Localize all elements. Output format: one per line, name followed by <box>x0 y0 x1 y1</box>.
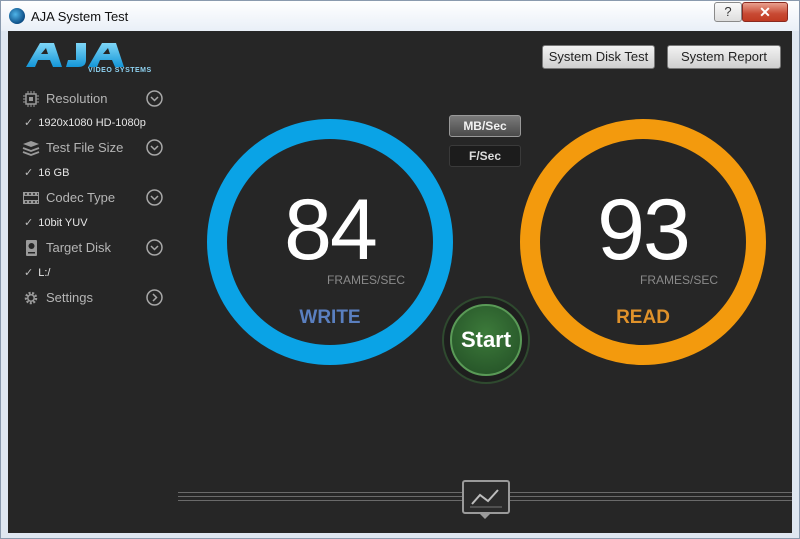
sidebar-item-test-file-size[interactable]: Test File Size <box>20 137 170 159</box>
sidebar-label-settings: Settings <box>46 290 93 305</box>
aja-app-icon <box>9 8 25 24</box>
logo-subtitle: VIDEO SYSTEMS <box>88 67 152 74</box>
target-disk-value: ✓ L:/ <box>24 266 50 279</box>
sidebar-label-codec-type: Codec Type <box>46 190 116 205</box>
check-icon: ✓ <box>24 217 34 229</box>
sidebar-item-resolution[interactable]: Resolution <box>20 88 170 110</box>
system-report-button[interactable]: System Report <box>667 45 781 69</box>
chevron-down-icon[interactable] <box>146 189 163 206</box>
start-button-ring: Start <box>442 296 530 384</box>
start-button[interactable]: Start <box>450 304 522 376</box>
codec-type-value: ✓ 10bit YUV <box>24 216 88 229</box>
check-icon: ✓ <box>24 267 34 279</box>
mb-sec-button[interactable]: MB/Sec <box>449 115 521 137</box>
system-disk-test-button[interactable]: System Disk Test <box>542 45 655 69</box>
read-value: 93 <box>597 182 691 278</box>
app-window: AJA System Test ? ✕ VIDEO SYSTEMS Resolu… <box>0 0 800 539</box>
check-icon: ✓ <box>24 167 34 179</box>
help-button[interactable]: ? <box>714 2 742 22</box>
graph-toggle-button[interactable] <box>462 480 510 514</box>
gear-icon <box>24 291 38 305</box>
read-label: READ <box>616 307 670 328</box>
chevron-down-icon[interactable] <box>146 90 163 107</box>
window-title: AJA System Test <box>31 9 129 24</box>
chevron-down-icon[interactable] <box>146 139 163 156</box>
target-disk-value-text: L:/ <box>38 267 51 279</box>
resolution-value-text: 1920x1080 HD-1080p <box>38 117 146 129</box>
codec-type-value-text: 10bit YUV <box>38 217 88 229</box>
disk-icon <box>26 240 37 256</box>
sidebar-label-resolution: Resolution <box>46 91 108 106</box>
line-graph-icon <box>470 489 502 508</box>
test-file-size-value-text: 16 GB <box>38 167 70 179</box>
title-bar[interactable]: AJA System Test ? ✕ <box>1 1 799 31</box>
film-strip-icon <box>23 192 39 204</box>
sidebar-item-codec-type[interactable]: Codec Type <box>20 187 170 209</box>
write-value: 84 <box>284 182 378 278</box>
sidebar-item-target-disk[interactable]: Target Disk <box>20 237 170 259</box>
read-unit: FRAMES/SEC <box>640 273 719 287</box>
write-unit: FRAMES/SEC <box>327 273 406 287</box>
write-gauge: 84 FRAMES/SEC WRITE <box>207 119 453 365</box>
stack-icon <box>22 141 40 156</box>
resolution-chip-icon <box>23 91 39 107</box>
main-panel: VIDEO SYSTEMS Resolution ✓ 1920x1080 HD-1… <box>8 31 792 533</box>
sidebar-label-test-file-size: Test File Size <box>46 140 124 155</box>
read-gauge: 93 FRAMES/SEC READ <box>520 119 766 365</box>
chevron-down-icon[interactable] <box>146 239 163 256</box>
sidebar-label-target-disk: Target Disk <box>46 240 112 255</box>
close-button[interactable]: ✕ <box>742 2 788 22</box>
chevron-right-icon[interactable] <box>146 289 163 306</box>
sidebar-item-settings[interactable]: Settings <box>20 287 170 309</box>
graph-notch <box>478 512 492 519</box>
resolution-value: ✓ 1920x1080 HD-1080p <box>24 116 146 129</box>
check-icon: ✓ <box>24 117 34 129</box>
f-sec-button[interactable]: F/Sec <box>449 145 521 167</box>
write-label: WRITE <box>299 307 361 328</box>
test-file-size-value: ✓ 16 GB <box>24 166 69 179</box>
